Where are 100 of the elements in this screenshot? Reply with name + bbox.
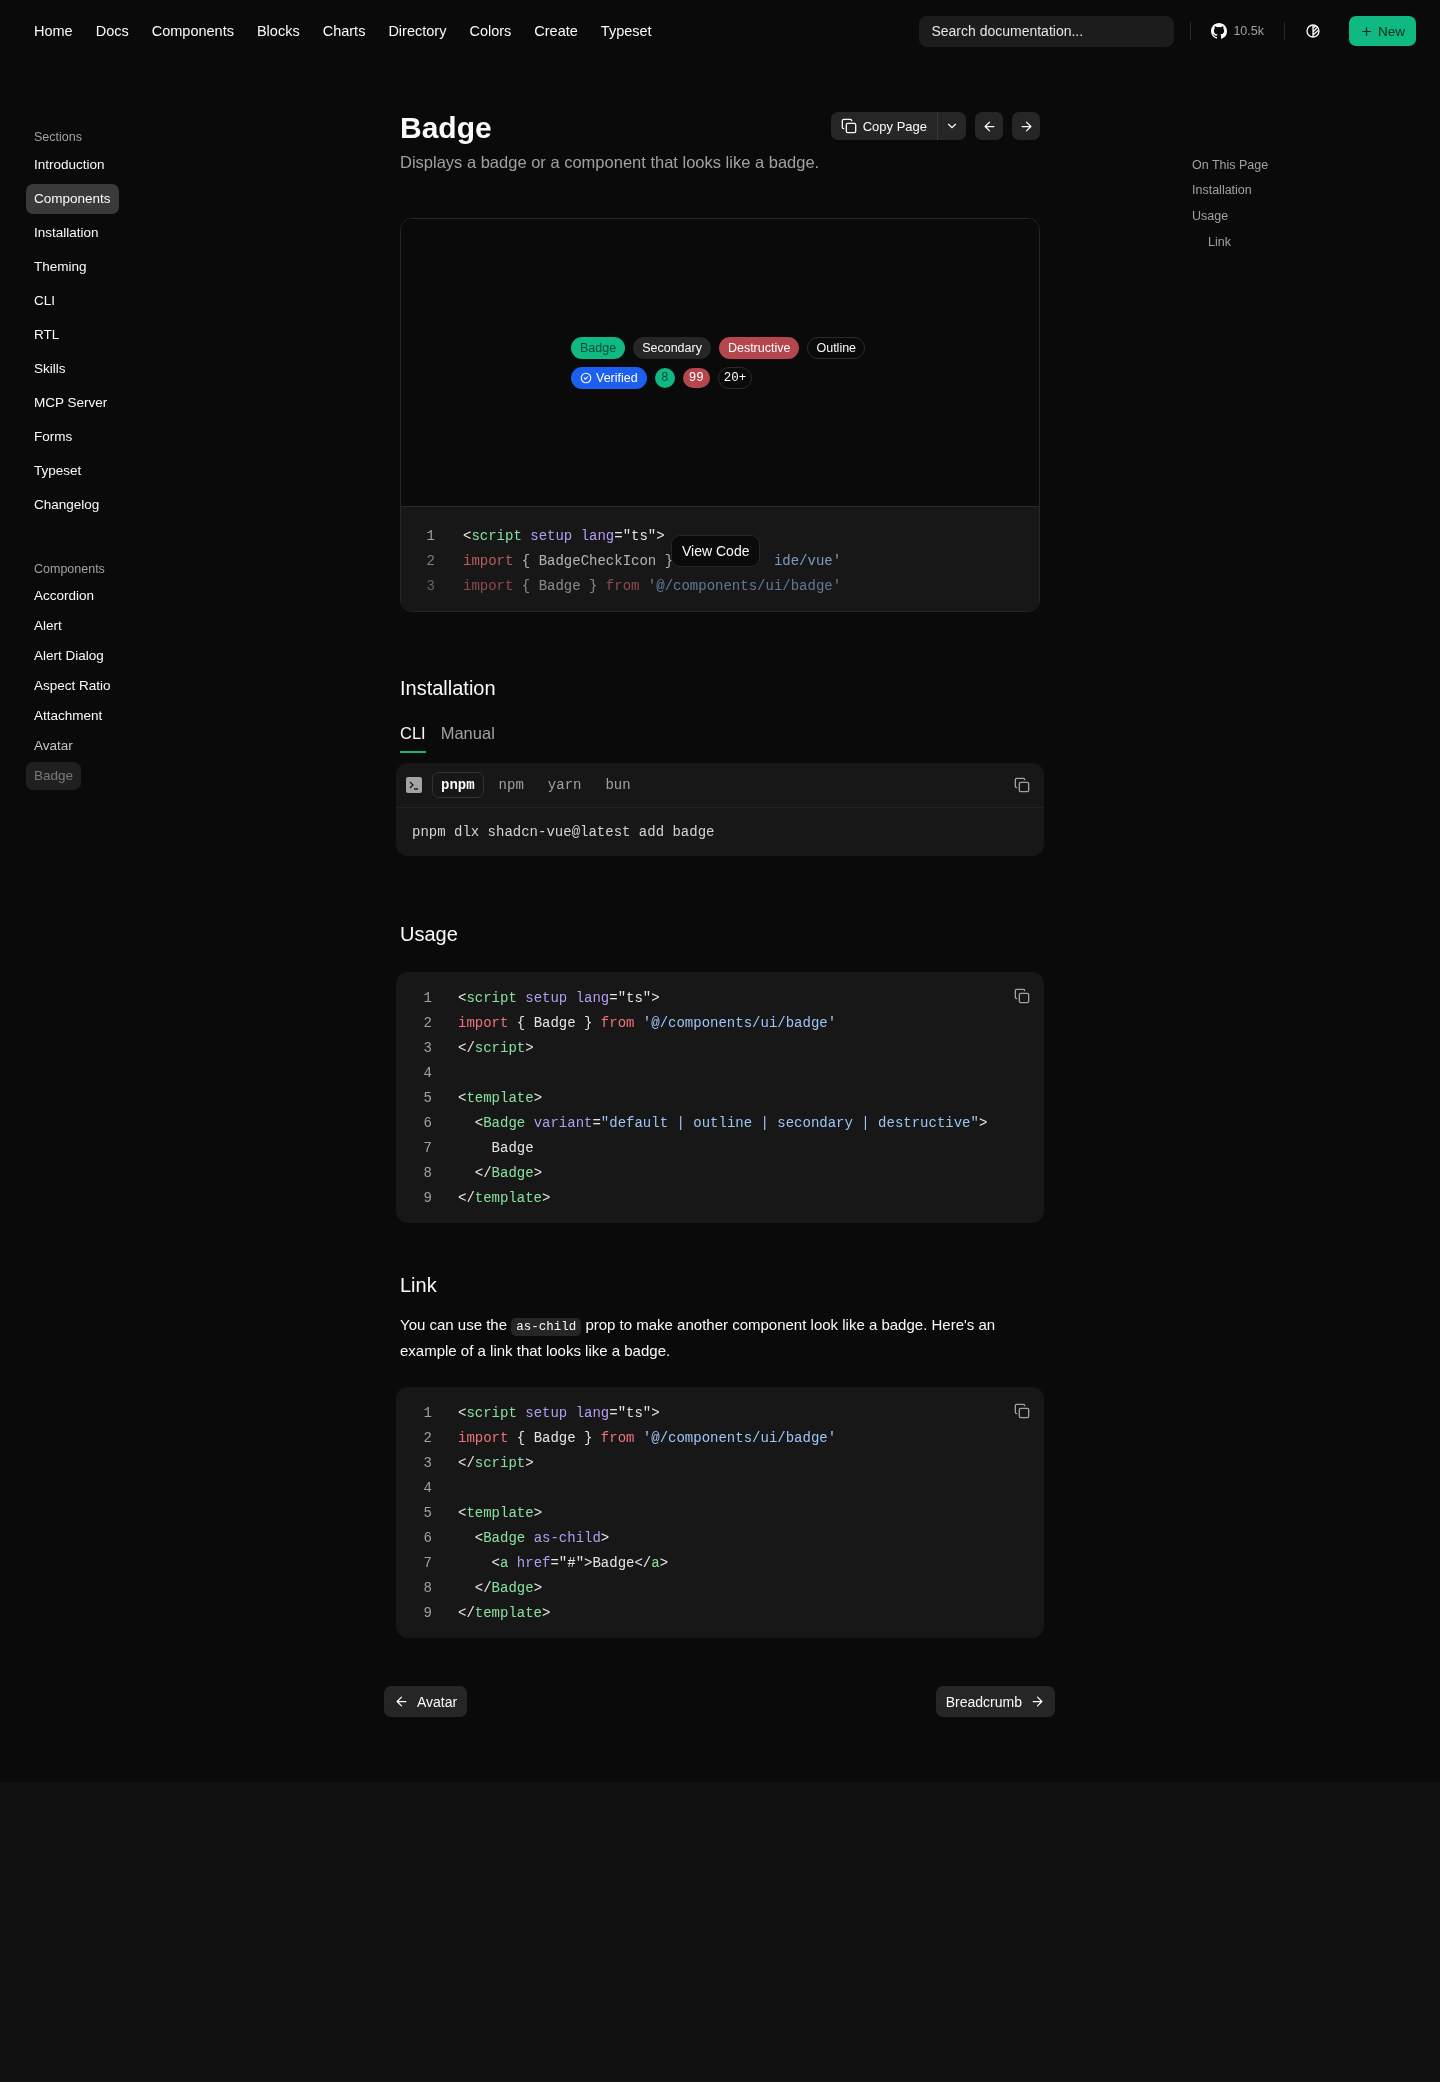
install-command: pnpm dlx shadcn-vue@latest add badge [411, 823, 716, 842]
sidebar-item[interactable]: Theming [26, 252, 95, 282]
sidebar-item[interactable]: Skills [26, 354, 74, 384]
page-description: Displays a badge or a component that looks like a badge. [400, 153, 821, 172]
tab[interactable]: CLI [400, 724, 426, 753]
code-line: <a href="#">Badge</a> [490, 1554, 669, 1571]
section-heading: Usage [400, 922, 459, 947]
sidebar-item[interactable]: Forms [26, 422, 81, 452]
line-number: 5 [422, 1089, 433, 1106]
code-line: <script setup lang="ts"> [458, 1404, 660, 1421]
page-title: Badge [400, 110, 492, 146]
code-line: <template> [458, 1504, 543, 1521]
sidebar-item[interactable]: Introduction [26, 150, 113, 180]
sidebar-item[interactable]: CLI [26, 286, 63, 316]
line-number: 1 [425, 527, 436, 544]
code-line: import { Badge } from '@/components/ui/badge' [458, 1014, 837, 1031]
code-line: </template> [458, 1189, 551, 1206]
package-manager-tab[interactable]: pnpm [432, 772, 484, 798]
nav-link[interactable]: Home [34, 23, 73, 39]
badge: Secondary [633, 336, 711, 359]
code-line: Badge [490, 1139, 534, 1156]
code-line: </Badge> [473, 1579, 543, 1596]
paragraph: You can use the as-child prop to make another component look like a badge. Here's an example of a link that looks like a badge. [400, 1315, 997, 1361]
badge: Destructive [718, 336, 800, 359]
nav-link[interactable]: Blocks [256, 23, 300, 39]
plus-icon [1360, 24, 1373, 38]
previous-page-button[interactable] [975, 112, 1003, 140]
line-number: 3 [422, 1454, 433, 1471]
next-page-button[interactable] [1012, 112, 1040, 140]
arrow-right-icon [1030, 1694, 1045, 1709]
nav-link[interactable]: Components [151, 23, 234, 39]
sidebar-item[interactable]: Avatar [26, 732, 81, 760]
logo-icon [1211, 23, 1228, 39]
sidebar-item[interactable]: Attachment [26, 702, 111, 730]
code-line: <script setup lang="ts"> [458, 989, 660, 1006]
terminal-icon [406, 777, 422, 793]
line-number: 7 [422, 1139, 433, 1156]
code-line: </Badge> [473, 1164, 543, 1181]
sidebar-item[interactable]: Typeset [26, 456, 90, 486]
nav-link[interactable]: Colors [469, 23, 512, 39]
badge: 99 [682, 367, 710, 388]
toc-link[interactable]: Usage [1192, 208, 1229, 224]
code-line: </script> [458, 1039, 534, 1056]
code-line: <Badge variant="default | outline | secondary | destructive"> [473, 1114, 988, 1131]
tab[interactable]: Manual [440, 724, 495, 753]
new-button[interactable]: New [1349, 16, 1416, 46]
badge: Verified [571, 366, 647, 389]
sidebar-heading: Sections [33, 129, 83, 146]
package-manager-tab[interactable]: npm [489, 772, 533, 798]
sidebar-item[interactable]: Badge [26, 762, 82, 790]
nav-link[interactable]: Create [534, 23, 578, 39]
arrow-left-icon [394, 1694, 409, 1709]
line-number: 9 [422, 1189, 433, 1206]
line-number: 2 [422, 1429, 433, 1446]
toc-link[interactable]: Link [1208, 234, 1231, 250]
arrow-right-icon [1018, 118, 1034, 134]
section-heading: Installation [400, 676, 497, 701]
nav-link[interactable]: Typeset [600, 23, 652, 39]
copy-page-button[interactable]: Copy Page [830, 112, 937, 140]
toc-link[interactable]: Installation [1192, 182, 1252, 198]
sidebar-item[interactable]: Installation [26, 218, 107, 248]
code-line: import { Badge } from '@/components/ui/badge' [458, 1429, 837, 1446]
section-heading: Link [400, 1273, 438, 1298]
package-manager-tab[interactable]: bun [596, 772, 640, 798]
nav-link[interactable]: Directory [388, 23, 447, 39]
line-number: 5 [422, 1504, 433, 1521]
code-line: </script> [458, 1454, 534, 1471]
line-number: 7 [422, 1554, 433, 1571]
sidebar-item[interactable]: MCP Server [26, 388, 116, 418]
previous-page-button[interactable]: Avatar [384, 1686, 468, 1717]
line-number: 4 [422, 1064, 433, 1081]
line-number: 8 [422, 1579, 433, 1596]
sidebar-item[interactable]: Alert Dialog [26, 642, 112, 670]
sidebar-item[interactable]: Accordion [26, 582, 103, 610]
code-line: import { Badge } from '@/components/ui/badge' [463, 577, 842, 594]
search-field[interactable]: Search documentation... [919, 15, 1175, 47]
badge: 8 [654, 367, 675, 388]
github-button[interactable]: 10.5k [1207, 19, 1268, 43]
sidebar-item[interactable]: RTL [26, 320, 68, 350]
copy-icon[interactable] [840, 118, 857, 134]
line-number: 3 [422, 1039, 433, 1056]
line-number: 2 [422, 1014, 433, 1031]
badge: Badge [571, 336, 626, 359]
line-number: 4 [422, 1479, 433, 1496]
toc-heading: On This Page [1192, 158, 1270, 172]
line-number: 8 [422, 1164, 433, 1181]
sidebar-item[interactable]: Aspect Ratio [26, 672, 119, 700]
line-number: 6 [422, 1114, 433, 1131]
package-manager-tab[interactable]: yarn [538, 772, 591, 798]
sidebar-item[interactable]: Changelog [26, 490, 108, 520]
next-page-button[interactable]: Breadcrumb [935, 1686, 1055, 1717]
line-number: 1 [422, 989, 433, 1006]
check-badge-icon [580, 371, 592, 384]
sidebar-item[interactable]: Alert [26, 612, 70, 640]
sidebar-item[interactable]: Components [26, 184, 119, 214]
line-number: 6 [422, 1529, 433, 1546]
line-number: 9 [422, 1604, 433, 1621]
line-number: 2 [425, 552, 436, 569]
nav-link[interactable]: Charts [322, 23, 366, 39]
nav-link[interactable]: Docs [95, 23, 129, 39]
